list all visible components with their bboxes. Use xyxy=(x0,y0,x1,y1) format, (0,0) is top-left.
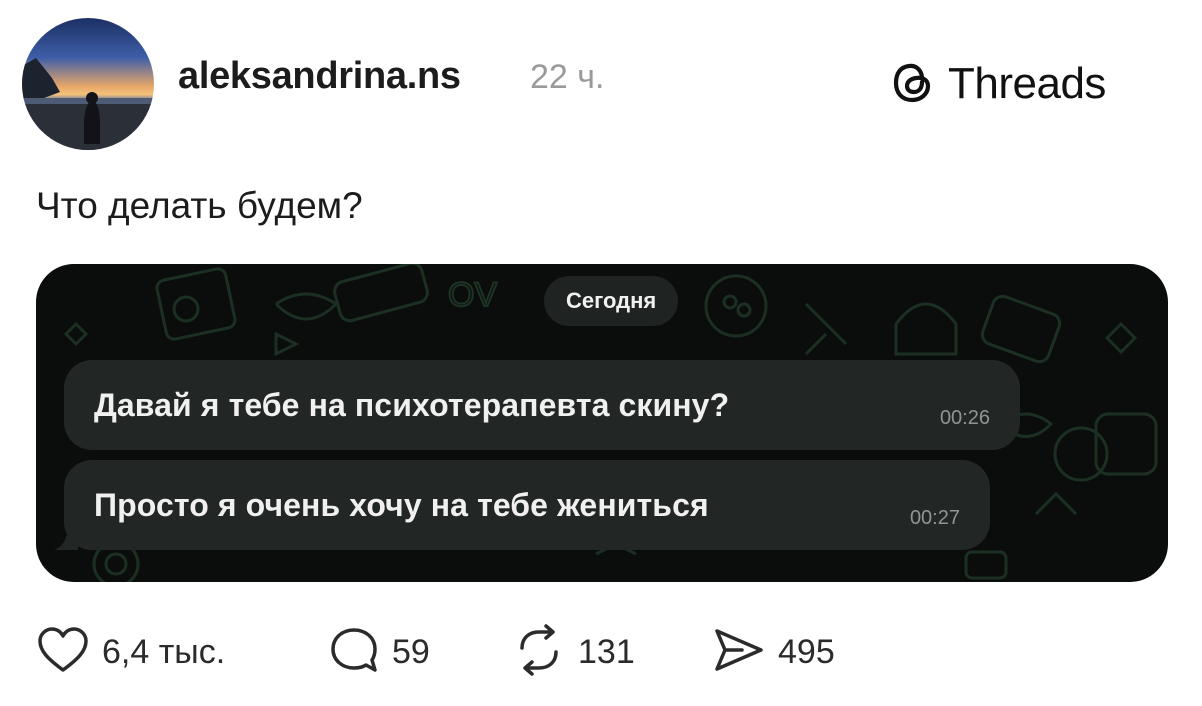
heart-icon xyxy=(36,625,90,680)
threads-brand: Threads xyxy=(888,56,1106,112)
chat-message-time: 00:27 xyxy=(909,507,960,529)
svg-text:OV: OV xyxy=(448,276,497,314)
send-icon xyxy=(712,625,766,680)
author-username[interactable]: aleksandrina.ns xyxy=(178,55,461,98)
post-actions: 6,4 тыс. 59 131 495 xyxy=(36,622,936,682)
chat-message-text: Просто я очень хочу на тебе жениться xyxy=(94,486,709,523)
threads-logo-icon xyxy=(888,57,938,112)
share-count: 495 xyxy=(778,632,835,671)
post-timestamp: 22 ч. xyxy=(530,58,605,96)
post-text: Что делать будем? xyxy=(36,185,363,226)
bubble-tail xyxy=(54,528,78,550)
share-button[interactable]: 495 xyxy=(712,622,835,682)
chat-message-time: 00:26 xyxy=(939,407,990,429)
repost-button[interactable]: 131 xyxy=(512,622,635,682)
reply-count: 59 xyxy=(392,632,430,671)
reply-button[interactable]: 59 xyxy=(328,622,430,682)
repost-count: 131 xyxy=(578,632,635,671)
avatar[interactable] xyxy=(22,18,154,150)
chat-date-chip: Сегодня xyxy=(544,276,679,326)
chat-message-text: Давай я тебе на психотерапевта скину? xyxy=(94,386,730,423)
chat-message[interactable]: Просто я очень хочу на тебе жениться 00:… xyxy=(54,460,990,550)
post-image[interactable]: OV Сегодня Давай я тебе на психотерапевт… xyxy=(36,264,1168,582)
repost-icon xyxy=(512,623,566,681)
like-count: 6,4 тыс. xyxy=(102,632,226,671)
like-button[interactable]: 6,4 тыс. xyxy=(36,622,225,682)
brand-name: Threads xyxy=(948,59,1106,108)
chat-message[interactable]: Давай я тебе на психотерапевта скину? 00… xyxy=(64,360,1020,450)
comment-icon xyxy=(328,624,380,681)
